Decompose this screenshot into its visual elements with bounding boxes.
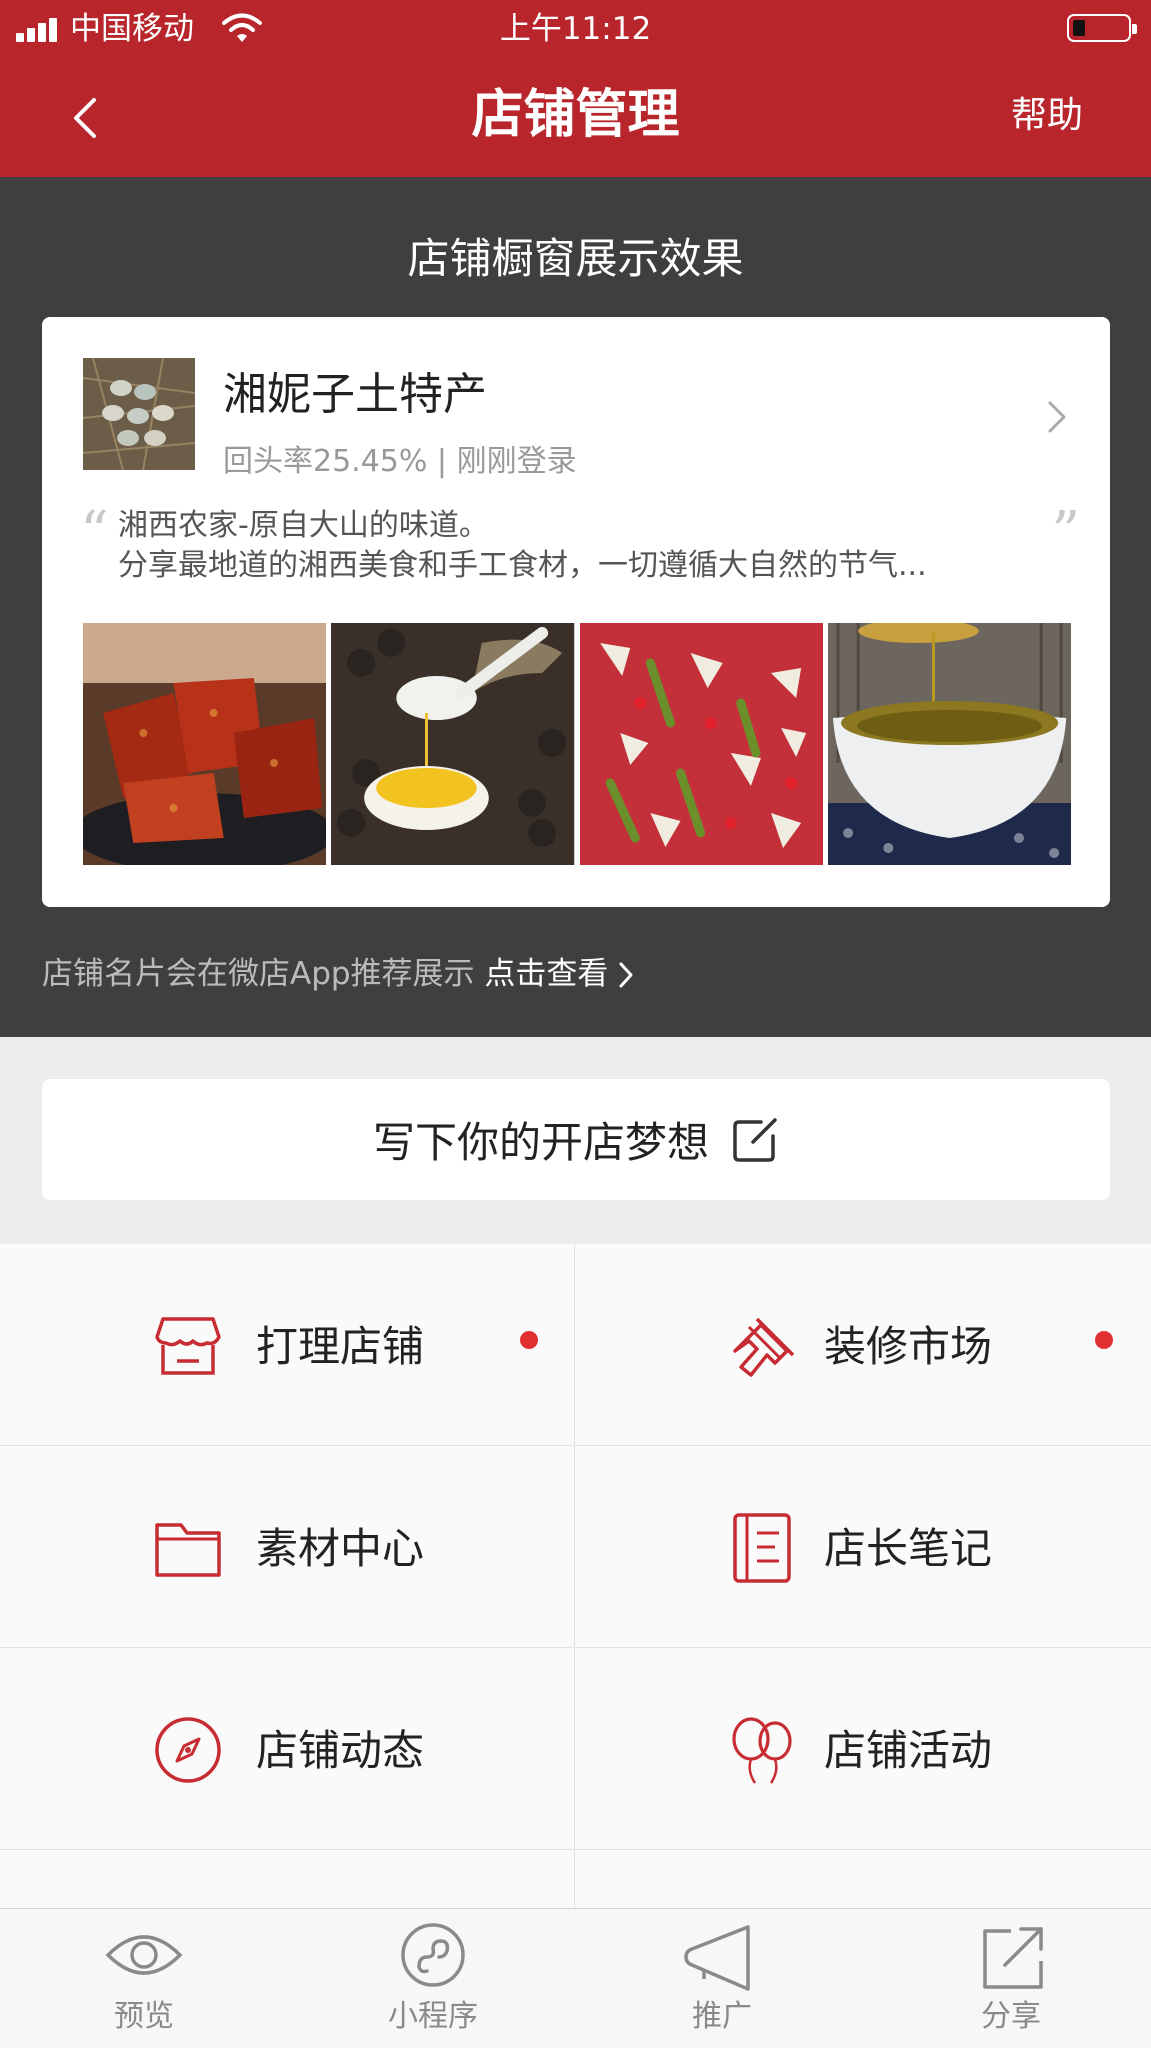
edit-icon: [733, 1117, 777, 1162]
menu-item-label: 店铺动态: [256, 1726, 425, 1775]
shop-description-line1: 湘西农家-原自大山的味道。: [118, 508, 489, 543]
shop-description-line2: 分享最地道的湘西美食和手工食材，一切遵循大自然的节气...: [118, 548, 927, 583]
tab-label: 分享: [981, 1999, 1041, 2034]
menu-item-decoration-market[interactable]: 装修市场: [576, 1244, 1151, 1446]
product-photos: [83, 623, 1071, 865]
tab-label: 预览: [114, 1999, 174, 2034]
menu-item-material-center[interactable]: 素材中心: [0, 1446, 575, 1648]
compass-icon: [155, 1717, 221, 1783]
notebook-icon: [733, 1513, 791, 1583]
menu-item-label: 装修市场: [824, 1322, 993, 1371]
menu-grid: 打理店铺 装修市场 素材中心 店长笔记 店铺动态 店铺活动: [0, 1244, 1151, 1909]
dream-section: 写下你的开店梦想: [0, 1037, 1151, 1244]
recommend-tip: 店铺名片会在微店App推荐展示 点击查看: [42, 952, 636, 996]
menu-item-label: 打理店铺: [256, 1322, 425, 1371]
write-dream-label: 写下你的开店梦想: [372, 1118, 709, 1167]
product-photo-oil-spoon: [331, 623, 575, 865]
menu-item-label: 店铺活动: [824, 1726, 993, 1775]
recommend-tip-text: 店铺名片会在微店App推荐展示: [42, 956, 475, 992]
megaphone-icon: [684, 1925, 750, 1991]
shop-name: 湘妮子土特产: [223, 369, 487, 420]
status-bar: 中国移动 上午11:12: [0, 0, 1151, 58]
clock: 上午11:12: [499, 11, 652, 47]
shop-meta: 回头率25.45% | 刚刚登录: [223, 444, 577, 479]
tab-share[interactable]: 分享: [931, 1909, 1091, 2048]
product-photo-oil-bowl: [827, 623, 1071, 865]
store-icon: [155, 1317, 221, 1375]
tab-label: 推广: [692, 1999, 752, 2034]
page-title: 店铺管理: [471, 85, 680, 145]
chevron-right-icon: [619, 962, 633, 988]
showcase-panel: 店铺橱窗展示效果 湘妮子土特产 回头率25.45% | 刚刚登录 “ 湘西农家-…: [0, 177, 1151, 1037]
help-button[interactable]: 帮助: [1011, 90, 1083, 142]
tab-mini-program[interactable]: 小程序: [353, 1909, 513, 2048]
product-photo-tofu: [83, 623, 327, 865]
balloon-icon: [732, 1717, 792, 1784]
tab-label: 小程序: [388, 1999, 478, 2034]
folder-icon: [155, 1523, 221, 1577]
bottom-tab-bar: 预览 小程序 推广 分享: [0, 1908, 1151, 2047]
quote-close-mark: ”: [1051, 500, 1080, 565]
mini-program-icon: [401, 1923, 465, 1987]
menu-item-partial: [0, 1850, 575, 1909]
menu-item-label: 素材中心: [256, 1524, 425, 1573]
showcase-heading: 店铺橱窗展示效果: [407, 234, 744, 283]
share-icon: [983, 1927, 1043, 1989]
chevron-right-icon: [1048, 401, 1066, 433]
brush-icon: [733, 1317, 795, 1377]
product-photo-chili-radish: [579, 623, 823, 865]
notification-dot: [520, 1331, 538, 1349]
menu-item-shop-feed[interactable]: 店铺动态: [0, 1648, 575, 1850]
tab-promote[interactable]: 推广: [642, 1909, 802, 2048]
tab-preview[interactable]: 预览: [64, 1909, 224, 2048]
shop-card[interactable]: 湘妮子土特产 回头率25.45% | 刚刚登录 “ 湘西农家-原自大山的味道。 …: [42, 317, 1110, 907]
quote-open-mark: “: [80, 500, 109, 565]
menu-item-shop-activity[interactable]: 店铺活动: [576, 1648, 1151, 1850]
eye-icon: [105, 1935, 183, 1975]
notification-dot: [1095, 1331, 1113, 1349]
menu-item-owner-notes[interactable]: 店长笔记: [576, 1446, 1151, 1648]
menu-item-label: 店长笔记: [824, 1524, 993, 1573]
view-link[interactable]: 点击查看: [484, 956, 608, 992]
battery-icon: [1067, 14, 1137, 42]
header-bar: 中国移动 上午11:12 店铺管理 帮助: [0, 0, 1151, 177]
menu-item-manage-shop[interactable]: 打理店铺: [0, 1244, 575, 1446]
write-dream-button[interactable]: 写下你的开店梦想: [42, 1079, 1110, 1200]
shop-avatar: [83, 358, 195, 470]
